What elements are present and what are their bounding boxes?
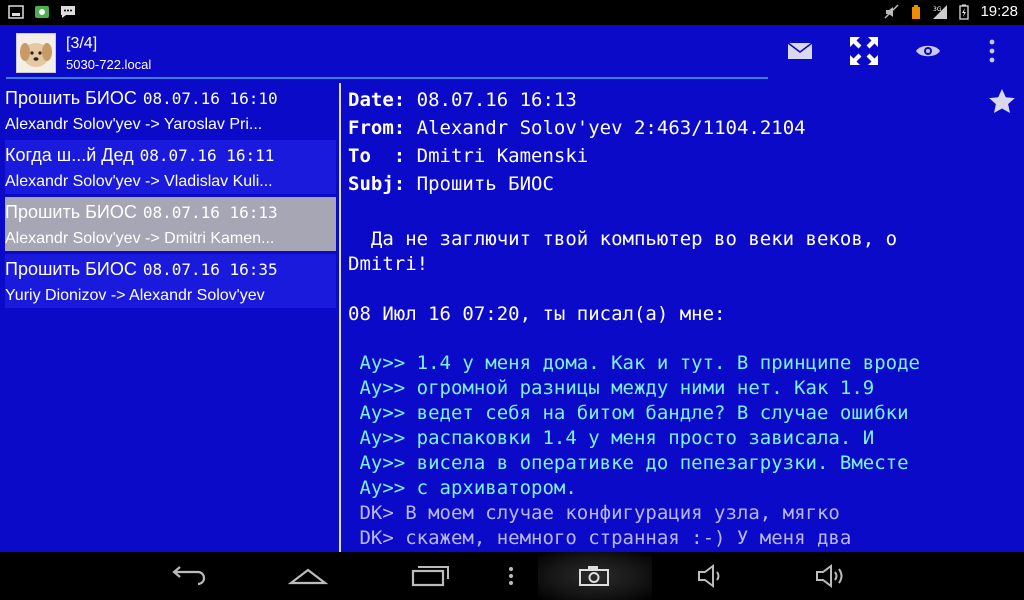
svg-text:3G: 3G [933, 6, 942, 13]
back-button[interactable] [170, 552, 210, 600]
body-line: Да не заглючит твой компьютер во веки ве… [348, 228, 898, 250]
envelope-icon [787, 42, 813, 59]
message-date: 08.07.16 16:10 [142, 89, 278, 108]
overflow-menu-icon [509, 567, 513, 585]
message-reader: Date: 08.07.16 16:13 From: Alexandr Solo… [348, 87, 1008, 552]
quote-line: Ay>> 1.4 у меня дома. Как и тут. В принц… [348, 352, 920, 374]
view-button[interactable] [910, 35, 946, 67]
message-date: 08.07.16 16:35 [142, 260, 278, 279]
star-icon[interactable] [988, 88, 1016, 116]
body-line: Dmitri! [348, 253, 429, 275]
gallery-notification-icon [8, 5, 24, 19]
message-route: Alexandr Solov'yev -> Vladislav Kuli... [5, 173, 273, 190]
action-bar-divider [6, 77, 768, 79]
to-value: Dmitri Kamenski [416, 145, 589, 167]
header-subject: Subj: Прошить БИОС [348, 173, 554, 195]
quote-line: Ay>> ведет себя на битом бандле? В случа… [348, 402, 909, 424]
recent-apps-icon [411, 566, 449, 587]
quote-line: Ay>> висела в оперативке до пепезагрузки… [348, 452, 909, 474]
message-route: Alexandr Solov'yev -> Dmitri Kamen... [5, 230, 275, 247]
message-subject: Прошить БИОС [5, 202, 137, 222]
status-clock: 19:28 [980, 3, 1018, 20]
from-label: From: [348, 117, 406, 139]
back-arrow-icon [172, 566, 206, 586]
volume-up-icon [816, 564, 843, 588]
avatar[interactable] [16, 33, 56, 73]
puppy-avatar-icon [17, 34, 55, 72]
recent-apps-button[interactable] [409, 552, 451, 600]
app-window: [3/4] 5030-722.local Прошить БИОС 08.07.… [0, 25, 1024, 552]
mute-icon [884, 3, 899, 19]
list-item-selected[interactable]: Прошить БИОС 08.07.16 16:13 Alexandr Solo… [5, 197, 336, 251]
battery-saver-icon [912, 4, 921, 19]
quote-line: Ay>> огромной разницы между ними нет. Ка… [348, 377, 875, 399]
page-subtitle: 5030-722.local [66, 57, 152, 72]
home-icon [288, 568, 328, 585]
message-subject: Прошить БИОС [5, 88, 137, 108]
date-label: Date: [348, 89, 406, 111]
volume-up-button[interactable] [812, 552, 850, 600]
list-item[interactable]: Прошить БИОС 08.07.16 16:10 Alexandr Solo… [5, 83, 336, 137]
message-subject: Прошить БИОС [5, 259, 137, 279]
fullscreen-icon [850, 37, 878, 65]
quote-line: DK> скажем, немного странная :-) У меня … [348, 527, 852, 549]
pane-divider[interactable] [339, 83, 341, 552]
header-from: From: Alexandr Solov'yev 2:463/1104.2104 [348, 117, 806, 139]
quote-line: Ay>> с архиватором. [348, 477, 577, 499]
volume-down-button[interactable] [694, 552, 728, 600]
header-date: Date: 08.07.16 16:13 [348, 89, 577, 111]
to-label: To : [348, 145, 406, 167]
volume-down-icon [698, 564, 720, 588]
quote-line: Ay>> распаковки 1.4 у меня просто зависа… [348, 427, 875, 449]
navigation-bar [0, 552, 1024, 600]
date-value: 08.07.16 16:13 [416, 89, 577, 111]
status-bar: 3G 19:28 [0, 0, 1024, 25]
app-notification-icon [35, 6, 49, 18]
camera-icon [579, 566, 609, 586]
body-line: 08 Июл 16 07:20, ты писал(а) мне: [348, 303, 726, 325]
overflow-menu-button[interactable] [974, 35, 1010, 67]
fullscreen-button[interactable] [846, 35, 882, 67]
battery-icon [959, 4, 970, 20]
home-button[interactable] [287, 552, 329, 600]
action-bar: [3/4] 5030-722.local [0, 25, 1024, 79]
message-route: Yuriy Dionizov -> Alexandr Solov'yev [5, 287, 265, 304]
signal-3g-icon: 3G [933, 4, 948, 19]
from-value: Alexandr Solov'yev 2:463/1104.2104 [416, 117, 806, 139]
subj-value: Прошить БИОС [416, 173, 554, 195]
message-date: 08.07.16 16:13 [142, 203, 278, 222]
nav-menu-button[interactable] [505, 552, 517, 600]
message-subject: Когда ш...й Дед [5, 145, 134, 165]
message-date: 08.07.16 16:11 [139, 146, 275, 165]
compose-button[interactable] [782, 35, 818, 67]
list-item[interactable]: Прошить БИОС 08.07.16 16:35 Yuriy Dionizo… [5, 254, 336, 308]
page-title: [3/4] [66, 35, 98, 52]
screenshot-button[interactable] [576, 552, 612, 600]
header-to: To : Dmitri Kamenski [348, 145, 588, 167]
overflow-menu-icon [989, 39, 995, 63]
list-item[interactable]: Когда ш...й Дед 08.07.16 16:11 Alexandr S… [5, 140, 336, 194]
message-route: Alexandr Solov'yev -> Yaroslav Pri... [5, 116, 263, 133]
message-list: Прошить БИОС 08.07.16 16:10 Alexandr Solo… [0, 83, 338, 552]
message-notification-icon [61, 6, 75, 18]
eye-icon [916, 45, 940, 57]
quote-line: DK> В моем случае конфигурация узла, мяг… [348, 502, 840, 524]
subj-label: Subj: [348, 173, 406, 195]
